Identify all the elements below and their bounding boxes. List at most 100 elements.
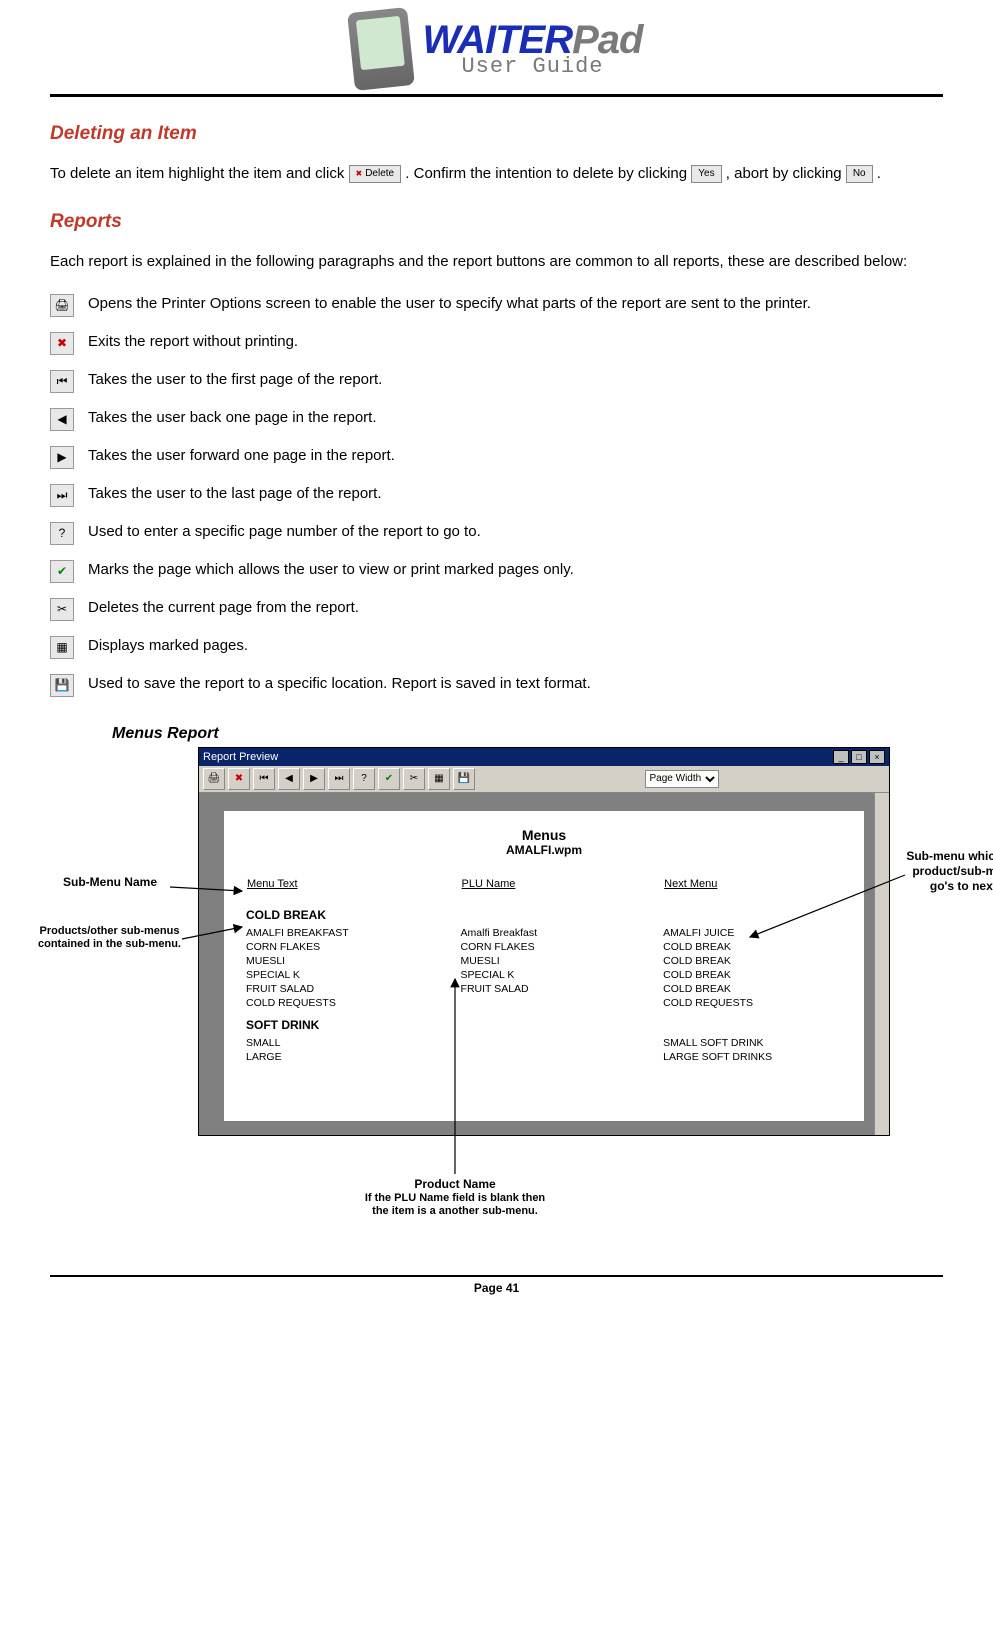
reports-intro: Each report is explained in the followin…	[50, 251, 943, 273]
tb-prev-page-icon: ◀	[278, 768, 300, 790]
callout-products-in-submenu: Products/other sub-menus contained in th…	[32, 925, 187, 953]
group-header: COLD BREAK	[246, 900, 842, 926]
table-cell: MUESLI	[246, 954, 461, 968]
table-row: LARGELARGE SOFT DRINKS	[246, 1050, 842, 1064]
legend-row: ? Used to enter a specific page number of…	[50, 521, 943, 545]
text: To delete an item highlight the item and…	[50, 165, 349, 182]
tb-first-page-icon: ⏮	[253, 768, 275, 790]
tb-show-marked-icon: ▦	[428, 768, 450, 790]
column-header: PLU Name	[461, 877, 664, 900]
report-title: Menus	[246, 827, 842, 843]
section-title-deleting: Deleting an Item	[50, 123, 943, 145]
legend-desc: Deletes the current page from the report…	[88, 597, 943, 616]
deleting-paragraph: To delete an item highlight the item and…	[50, 163, 943, 185]
tb-print-icon: 🖨	[203, 768, 225, 790]
legend-row: ⏮Takes the user to the first page of the…	[50, 369, 943, 393]
group-header: SOFT DRINK	[246, 1010, 842, 1036]
legend-row: ✔ Marks the page which allows the user to…	[50, 559, 943, 583]
report-body: Menus AMALFI.wpm Menu TextPLU NameNext M…	[199, 793, 889, 1135]
page-header: WAITERPad User Guide	[50, 10, 943, 97]
no-button-inline: No	[846, 165, 873, 184]
tb-close-icon: ✖	[228, 768, 250, 790]
report-button-legend: 🖨 Opens the Printer Options screen to ena…	[50, 293, 943, 697]
first-page-icon: ⏮	[50, 370, 74, 393]
delete-button-inline: Delete	[349, 165, 402, 184]
menus-report-figure: Report Preview _ □ × 🖨 ✖ ⏮ ◀ ▶ ⏭ ? ✔ ✂ ▦…	[50, 747, 943, 1267]
table-cell: SPECIAL K	[246, 968, 461, 982]
minimize-icon: _	[833, 750, 849, 764]
table-row: COLD REQUESTS COLD REQUESTS	[246, 996, 842, 1010]
table-row: SMALL SMALL SOFT DRINK	[246, 1036, 842, 1050]
text: .	[877, 165, 881, 182]
column-header: Next Menu	[663, 877, 842, 900]
table-cell: SMALL SOFT DRINK	[663, 1036, 842, 1050]
table-cell: FRUIT SALAD	[461, 982, 664, 996]
legend-desc: Takes the user forward one page in the r…	[88, 445, 943, 464]
window-title: Report Preview	[203, 751, 278, 763]
table-cell: MUESLI	[461, 954, 664, 968]
table-cell: COLD REQUESTS	[663, 996, 842, 1010]
report-table: Menu TextPLU NameNext MenuCOLD BREAKAMAL…	[246, 877, 842, 1064]
window-controls: _ □ ×	[833, 750, 885, 764]
report-toolbar: 🖨 ✖ ⏮ ◀ ▶ ⏭ ? ✔ ✂ ▦ 💾 Page Width	[199, 766, 889, 793]
table-cell: COLD REQUESTS	[246, 996, 461, 1010]
legend-row: ✖Exits the report without printing.	[50, 331, 943, 355]
callout-product-name-title: Product Name	[360, 1177, 550, 1192]
table-cell: LARGE	[246, 1050, 461, 1064]
text: . Confirm the intention to delete by cli…	[405, 165, 691, 182]
close-icon: ✖	[50, 332, 74, 355]
close-window-icon: ×	[869, 750, 885, 764]
yes-button-inline: Yes	[691, 165, 721, 184]
legend-row: ⏭Takes the user to the last page of the …	[50, 483, 943, 507]
legend-desc: Takes the user back one page in the repo…	[88, 407, 943, 426]
legend-desc: Marks the page which allows the user to …	[88, 559, 943, 578]
report-preview-window: Report Preview _ □ × 🖨 ✖ ⏮ ◀ ▶ ⏭ ? ✔ ✂ ▦…	[198, 747, 890, 1136]
table-cell: SMALL	[246, 1036, 461, 1050]
table-cell: FRUIT SALAD	[246, 982, 461, 996]
legend-row: ◀ Takes the user back one page in the rep…	[50, 407, 943, 431]
save-icon: 💾	[50, 674, 74, 697]
table-cell	[461, 1036, 664, 1050]
print-icon: 🖨	[50, 294, 74, 317]
legend-desc: Opens the Printer Options screen to enab…	[88, 293, 943, 312]
table-cell	[461, 996, 664, 1010]
table-cell: AMALFI BREAKFAST	[246, 926, 461, 940]
page-number: Page 41	[474, 1281, 519, 1295]
report-filename: AMALFI.wpm	[246, 843, 842, 857]
table-cell: COLD BREAK	[663, 968, 842, 982]
legend-row: ✂Deletes the current page from the repor…	[50, 597, 943, 621]
table-row: SPECIAL KSPECIAL KCOLD BREAK	[246, 968, 842, 982]
table-cell: COLD BREAK	[663, 954, 842, 968]
table-cell	[461, 1050, 664, 1064]
tb-mark-page-icon: ✔	[378, 768, 400, 790]
goto-page-icon: ?	[50, 522, 74, 545]
table-cell: CORN FLAKES	[461, 940, 664, 954]
window-titlebar: Report Preview _ □ ×	[199, 748, 889, 766]
page-footer: Page 41	[50, 1275, 943, 1295]
tb-goto-page-icon: ?	[353, 768, 375, 790]
table-row: MUESLIMUESLICOLD BREAK	[246, 954, 842, 968]
report-paper: Menus AMALFI.wpm Menu TextPLU NameNext M…	[224, 811, 864, 1121]
next-page-icon: ▶	[50, 446, 74, 469]
legend-row: ▦Displays marked pages.	[50, 635, 943, 659]
legend-desc: Used to save the report to a specific lo…	[88, 673, 943, 692]
legend-desc: Used to enter a specific page number of …	[88, 521, 943, 540]
prev-page-icon: ◀	[50, 408, 74, 431]
legend-row: 🖨 Opens the Printer Options screen to ena…	[50, 293, 943, 317]
legend-desc: Takes the user to the last page of the r…	[88, 483, 943, 502]
maximize-icon: □	[851, 750, 867, 764]
legend-row: 💾 Used to save the report to a specific l…	[50, 673, 943, 697]
table-row: AMALFI BREAKFASTAmalfi BreakfastAMALFI J…	[246, 926, 842, 940]
column-header: Menu Text	[246, 877, 461, 900]
table-row: CORN FLAKESCORN FLAKESCOLD BREAK	[246, 940, 842, 954]
legend-row: ▶ Takes the user forward one page in the …	[50, 445, 943, 469]
callout-next-submenu: Sub-menu which the product/sub-menu go's…	[900, 849, 993, 894]
section-title-reports: Reports	[50, 211, 943, 233]
table-row: FRUIT SALADFRUIT SALADCOLD BREAK	[246, 982, 842, 996]
tb-next-page-icon: ▶	[303, 768, 325, 790]
callout-product-name: Product Name If the PLU Name field is bl…	[360, 1177, 550, 1220]
table-cell: Amalfi Breakfast	[461, 926, 664, 940]
pda-illustration	[347, 7, 415, 91]
text: , abort by clicking	[726, 165, 846, 182]
mark-page-icon: ✔	[50, 560, 74, 583]
